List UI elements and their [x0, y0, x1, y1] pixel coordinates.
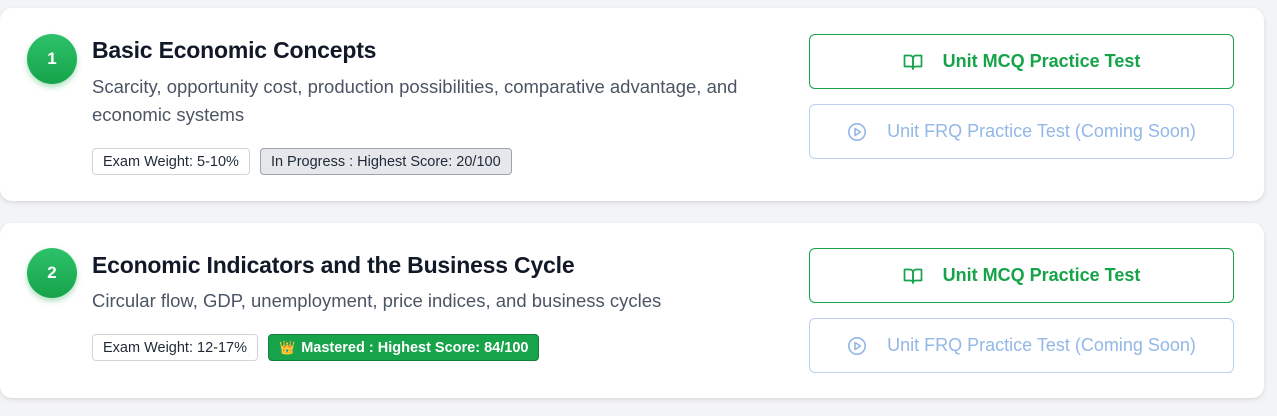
- unit-number-badge: 2: [27, 248, 77, 298]
- crown-icon: 👑: [279, 339, 296, 355]
- frq-practice-test-button[interactable]: Unit FRQ Practice Test (Coming Soon): [809, 318, 1234, 373]
- exam-weight-badge: Exam Weight: 12-17%: [92, 334, 258, 361]
- mcq-button-label: Unit MCQ Practice Test: [942, 265, 1141, 285]
- exam-weight-badge: Exam Weight: 5-10%: [92, 148, 250, 175]
- unit-description: Circular flow, GDP, unemployment, price …: [92, 290, 662, 311]
- status-badge: In Progress : Highest Score: 20/100: [259, 148, 512, 175]
- unit-card-1: 1 Basic Economic Concepts Scarcity, oppo…: [0, 8, 1264, 201]
- mcq-practice-test-button[interactable]: Unit MCQ Practice Test: [809, 248, 1234, 303]
- unit-badges: Exam Weight: 12-17% 👑 Mastered : Highest…: [92, 334, 540, 361]
- frq-practice-test-button[interactable]: Unit FRQ Practice Test (Coming Soon): [809, 104, 1234, 159]
- status-badge-mastered: 👑 Mastered : Highest Score: 84/100: [268, 334, 540, 361]
- status-badge-label: Mastered : Highest Score: 84/100: [301, 339, 529, 356]
- frq-button-label: Unit FRQ Practice Test (Coming Soon): [887, 335, 1196, 355]
- book-open-icon: [903, 267, 923, 285]
- unit-badges: Exam Weight: 5-10% In Progress : Highest…: [92, 148, 512, 175]
- play-circle-icon: [847, 336, 867, 356]
- unit-card-2: 2 Economic Indicators and the Business C…: [0, 223, 1264, 398]
- unit-title: Economic Indicators and the Business Cyc…: [92, 252, 575, 278]
- unit-title: Basic Economic Concepts: [92, 37, 377, 63]
- mcq-practice-test-button[interactable]: Unit MCQ Practice Test: [809, 34, 1234, 89]
- play-circle-icon: [847, 122, 867, 142]
- frq-button-label: Unit FRQ Practice Test (Coming Soon): [887, 121, 1196, 141]
- unit-description: Scarcity, opportunity cost, production p…: [92, 76, 738, 125]
- mcq-button-label: Unit MCQ Practice Test: [942, 51, 1141, 71]
- unit-number-badge: 1: [27, 34, 77, 84]
- book-open-icon: [903, 53, 923, 71]
